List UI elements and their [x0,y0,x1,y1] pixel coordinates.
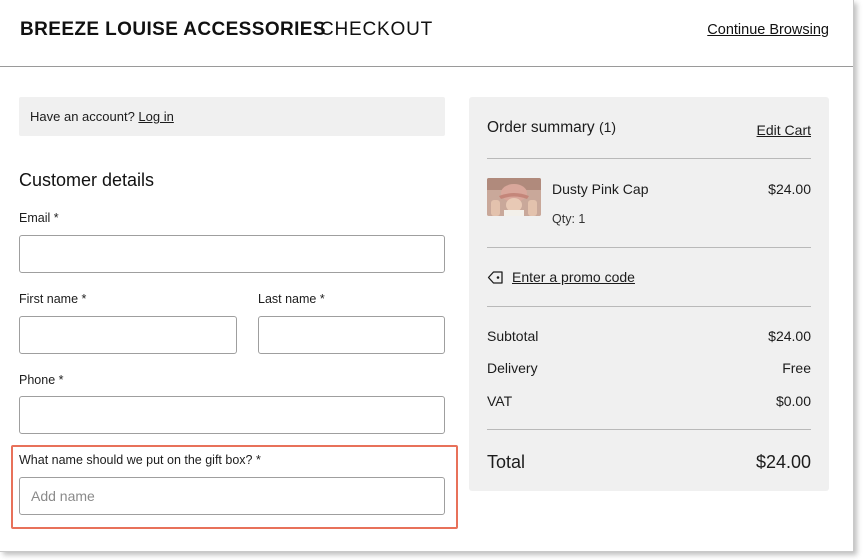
checkout-label: CHECKOUT [320,19,434,40]
gift-name-label: What name should we put on the gift box?… [19,453,261,467]
summary-divider [487,158,811,159]
subtotal-value: $24.00 [768,328,811,344]
summary-divider [487,429,811,430]
last-name-label: Last name * [258,292,325,306]
order-summary-label: Order summary [487,119,595,136]
subtotal-label: Subtotal [487,328,539,344]
product-quantity: Qty: 1 [552,212,586,226]
summary-divider [487,247,811,248]
account-banner: Have an account? Log in [19,97,445,136]
total-value: $24.00 [755,452,811,472]
product-thumbnail [487,178,541,216]
last-name-field[interactable] [258,316,445,354]
login-link[interactable]: Log in [138,109,173,124]
delivery-value: Free [782,360,811,376]
order-item-count: (1) [598,119,617,135]
phone-field[interactable] [19,396,445,434]
promo-code-label[interactable]: Enter a promo code [512,269,635,285]
checkout-page: BREEZE LOUISE ACCESSORIES CHECKOUT Conti… [0,0,854,552]
promo-code-link[interactable]: Enter a promo code [487,269,635,285]
tag-icon [487,270,503,284]
summary-divider [487,306,811,307]
cap-image-icon [487,178,541,216]
vat-value: $0.00 [775,393,811,409]
order-summary-panel: Order summary (1) Edit Cart Dusty Pink C… [469,97,829,491]
email-field[interactable] [19,235,445,273]
email-label: Email * [19,211,59,225]
product-name: Dusty Pink Cap [552,181,649,197]
gift-name-field[interactable] [19,477,445,515]
total-label: Total [487,452,526,472]
edit-cart-link[interactable]: Edit Cart [757,122,811,138]
store-name: BREEZE LOUISE ACCESSORIES [20,19,326,40]
account-prompt: Have an account? [30,109,135,124]
continue-browsing-link[interactable]: Continue Browsing [707,22,829,38]
phone-label: Phone * [19,373,64,387]
first-name-field[interactable] [19,316,237,354]
customer-details-title: Customer details [19,170,155,190]
checkout-header: BREEZE LOUISE ACCESSORIES CHECKOUT Conti… [0,0,853,67]
vat-label: VAT [487,393,513,409]
first-name-label: First name * [19,292,87,306]
delivery-label: Delivery [487,360,538,376]
order-summary-title: Order summary (1) [487,119,616,137]
product-price: $24.00 [768,181,811,197]
